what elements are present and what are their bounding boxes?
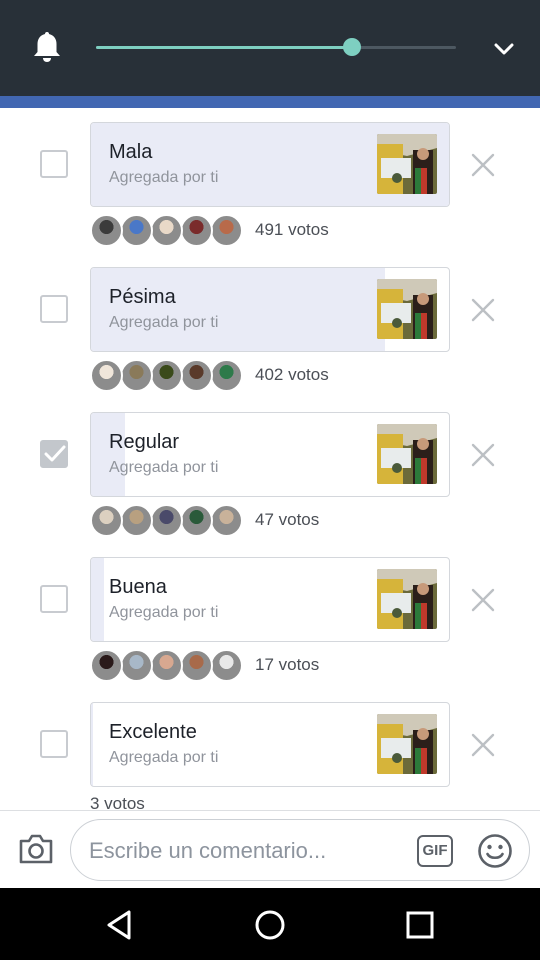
app-header-strip xyxy=(0,96,540,108)
vote-share-fill xyxy=(91,703,94,786)
voter-avatar xyxy=(180,504,213,537)
voter-avatar xyxy=(120,359,153,392)
slider-fill xyxy=(96,46,352,49)
voter-avatar xyxy=(90,649,123,682)
option-added-by: Agregada por ti xyxy=(109,459,219,476)
smiley-icon[interactable] xyxy=(477,833,513,869)
voter-avatars[interactable] xyxy=(90,649,250,683)
voter-avatar xyxy=(150,504,183,537)
voter-avatar xyxy=(150,359,183,392)
close-icon[interactable] xyxy=(470,732,496,758)
voter-avatar xyxy=(210,359,243,392)
voter-avatar xyxy=(180,359,213,392)
voter-avatar xyxy=(90,359,123,392)
nav-recents-icon[interactable] xyxy=(403,908,437,942)
option-label: Regular xyxy=(109,431,180,453)
option-added-by: Agregada por ti xyxy=(109,749,219,766)
close-icon[interactable] xyxy=(470,297,496,323)
voter-avatars[interactable] xyxy=(90,214,250,248)
checkbox-checked[interactable] xyxy=(40,440,68,468)
option-photo xyxy=(377,424,437,484)
voter-avatar xyxy=(120,214,153,247)
vote-count[interactable]: 402 votos xyxy=(255,365,329,385)
voter-avatar xyxy=(120,504,153,537)
poll-option-card[interactable]: Pésima Agregada por ti xyxy=(90,267,450,352)
voter-avatar xyxy=(90,214,123,247)
close-icon[interactable] xyxy=(470,442,496,468)
poll-option: Mala Agregada por ti 491 votos xyxy=(0,108,540,248)
poll-option-card[interactable]: Mala Agregada por ti xyxy=(90,122,450,207)
poll-option-card[interactable]: Regular Agregada por ti xyxy=(90,412,450,497)
nav-home-icon[interactable] xyxy=(253,908,287,942)
option-label: Buena xyxy=(109,576,167,598)
vote-share-fill xyxy=(91,413,126,496)
voter-avatar xyxy=(90,504,123,537)
checkbox[interactable] xyxy=(40,585,68,613)
brightness-slider[interactable] xyxy=(96,38,456,56)
bell-icon[interactable] xyxy=(32,30,62,64)
vote-count[interactable]: 491 votos xyxy=(255,220,329,240)
poll-option: Buena Agregada por ti 17 votos xyxy=(0,543,540,683)
vote-count[interactable]: 47 votos xyxy=(255,510,319,530)
voter-avatar xyxy=(180,214,213,247)
gif-icon[interactable]: GIF xyxy=(417,835,453,867)
option-photo xyxy=(377,714,437,774)
nav-back-icon[interactable] xyxy=(103,908,137,942)
checkbox[interactable] xyxy=(40,295,68,323)
system-nav-bar xyxy=(0,888,540,960)
voter-avatar xyxy=(180,649,213,682)
poll-option: Pésima Agregada por ti 402 votos xyxy=(0,253,540,393)
voter-avatars[interactable] xyxy=(90,504,250,538)
voter-avatar xyxy=(120,649,153,682)
vote-count[interactable]: 3 votos xyxy=(90,794,145,810)
option-label: Mala xyxy=(109,141,153,163)
vote-count[interactable]: 17 votos xyxy=(255,655,319,675)
vote-share-fill xyxy=(91,268,385,351)
poll-option-card[interactable]: Excelente Agregada por ti xyxy=(90,702,450,787)
voter-avatar xyxy=(210,504,243,537)
slider-knob[interactable] xyxy=(342,38,361,56)
option-label: Excelente xyxy=(109,721,197,743)
checkbox[interactable] xyxy=(40,150,68,178)
voter-avatar xyxy=(150,214,183,247)
option-photo xyxy=(377,134,437,194)
close-icon[interactable] xyxy=(470,152,496,178)
poll-option: Regular Agregada por ti 47 votos xyxy=(0,398,540,538)
poll-option-card[interactable]: Buena Agregada por ti xyxy=(90,557,450,642)
voter-avatar xyxy=(210,214,243,247)
vote-share-fill xyxy=(91,558,104,641)
poll-options-list[interactable]: Mala Agregada por ti 491 votos Pésima Ag… xyxy=(0,108,540,810)
poll-option: Excelente Agregada por ti 3 votos xyxy=(0,688,540,810)
notification-header xyxy=(0,0,540,96)
comment-composer: Escribe un comentario... GIF xyxy=(0,810,540,888)
camera-icon[interactable] xyxy=(18,833,54,865)
option-photo xyxy=(377,279,437,339)
option-added-by: Agregada por ti xyxy=(109,169,219,186)
comment-input[interactable]: Escribe un comentario... GIF xyxy=(70,819,530,881)
checkbox[interactable] xyxy=(40,730,68,758)
option-label: Pésima xyxy=(109,286,176,308)
voter-avatar xyxy=(210,649,243,682)
close-icon[interactable] xyxy=(470,587,496,613)
option-added-by: Agregada por ti xyxy=(109,314,219,331)
option-added-by: Agregada por ti xyxy=(109,604,219,621)
chevron-down-icon[interactable] xyxy=(492,38,516,60)
voter-avatar xyxy=(150,649,183,682)
option-photo xyxy=(377,569,437,629)
comment-placeholder: Escribe un comentario... xyxy=(89,838,327,863)
voter-avatars[interactable] xyxy=(90,359,250,393)
